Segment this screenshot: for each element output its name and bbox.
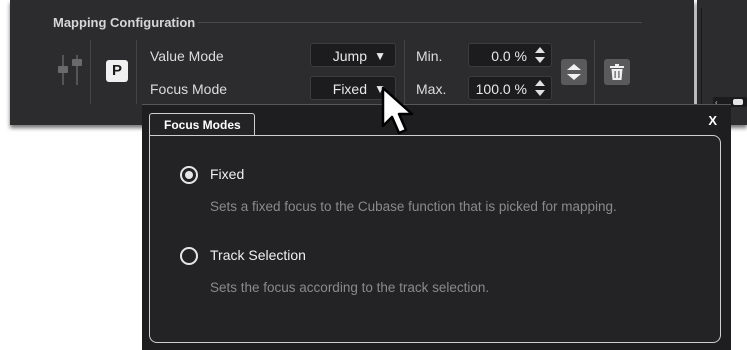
spinner-arrows-icon[interactable] [535, 80, 545, 96]
tab-focus-modes[interactable]: Focus Modes [149, 113, 255, 136]
separator [136, 40, 137, 104]
fixed-description: Sets a fixed focus to the Cubase functio… [210, 199, 617, 214]
separator [90, 40, 91, 104]
delete-mapping-button[interactable] [604, 59, 630, 85]
value-mode-dropdown[interactable]: Jump ▼ [310, 43, 396, 67]
swap-min-max-button[interactable] [561, 59, 587, 85]
min-label: Min. [416, 48, 443, 64]
separator [594, 40, 595, 104]
fixed-radio[interactable] [180, 166, 198, 184]
value-mode-label: Value Mode [150, 48, 224, 64]
close-button[interactable]: X [708, 113, 717, 128]
max-value: 100.0 % [475, 81, 527, 97]
value-mode-value: Jump [332, 48, 367, 64]
up-down-arrows-icon [567, 64, 581, 80]
p-button[interactable]: P [106, 60, 128, 82]
spinner-arrows-icon[interactable] [535, 47, 545, 63]
max-value-field[interactable]: 100.0 % [468, 76, 552, 100]
chevron-down-icon: ▼ [374, 49, 386, 63]
focus-modes-content: Fixed Sets a fixed focus to the Cubase f… [149, 135, 721, 343]
min-value: 0.0 % [491, 48, 527, 64]
fixed-label: Fixed [210, 166, 245, 182]
section-title: Mapping Configuration [53, 15, 196, 30]
max-label: Max. [416, 81, 447, 97]
focus-modes-popup: Focus Modes X Fixed Sets a fixed focus t… [142, 104, 731, 350]
section-divider [198, 22, 642, 23]
separator [701, 8, 702, 116]
trash-icon [610, 64, 624, 80]
track-selection-description: Sets the focus according to the track se… [210, 280, 490, 295]
focus-mode-label: Focus Mode [150, 81, 228, 97]
track-selection-radio[interactable] [180, 247, 198, 265]
mouse-pointer-icon [381, 86, 414, 135]
min-value-field[interactable]: 0.0 % [468, 43, 552, 67]
tab-focus-modes-label: Focus Modes [164, 118, 241, 132]
fader-icon [58, 55, 82, 85]
focus-mode-value: Fixed [332, 81, 367, 97]
track-selection-label: Track Selection [210, 247, 306, 263]
